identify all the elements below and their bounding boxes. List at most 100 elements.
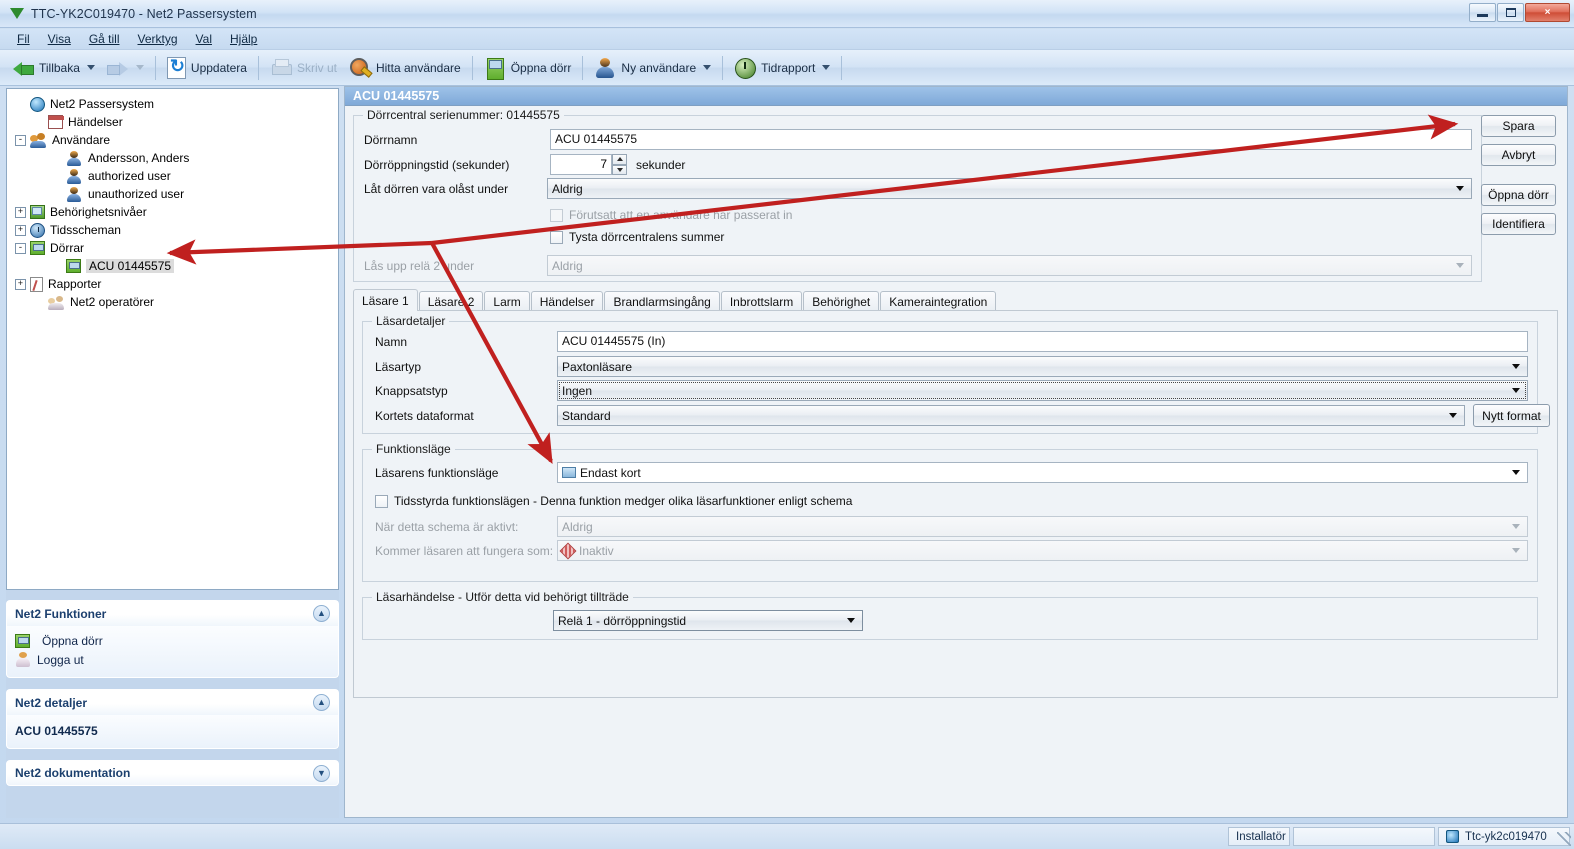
tab-lasare-2[interactable]: Läsare 2 [419, 291, 484, 311]
close-button[interactable]: × [1525, 3, 1570, 22]
minimize-button[interactable] [1469, 3, 1496, 22]
keypad-type-dropdown[interactable]: Ingen [557, 380, 1528, 401]
tab-behorighet[interactable]: Behörighet [803, 291, 879, 311]
chevron-down-icon [1512, 524, 1520, 529]
navigation-tree[interactable]: Net2 Passersystem Händelser - Användare … [6, 88, 339, 590]
menu-item-ga-till[interactable]: Gå till [80, 30, 129, 48]
toolbar-open-door-button[interactable]: Öppna dörr [478, 53, 578, 83]
tree-expander-expand[interactable]: + [15, 207, 26, 218]
checkbox-silence-buzzer-row[interactable]: Tysta dörrcentralens summer [550, 230, 724, 244]
toolbar-print-label: Skriv ut [297, 61, 337, 75]
reader-type-dropdown[interactable]: Paxtonläsare [557, 356, 1528, 377]
toolbar-time-report-button[interactable]: Tidrapport [728, 53, 836, 83]
resize-grip[interactable] [1557, 832, 1571, 846]
new-format-button[interactable]: Nytt format [1473, 404, 1550, 427]
door-name-input[interactable]: ACU 01445575 [550, 129, 1472, 150]
tree-item-acu-01445575[interactable]: ACU 01445575 [9, 257, 336, 275]
collapse-chevron-icon[interactable]: ▲ [313, 694, 330, 711]
toolbar-find-user-button[interactable]: Hitta användare [343, 53, 467, 83]
tab-larm[interactable]: Larm [484, 291, 529, 311]
tree-expander-collapse[interactable]: - [15, 243, 26, 254]
reader-works-as-dropdown: Inaktiv [557, 540, 1528, 561]
checkbox-timed-modes[interactable] [375, 495, 388, 508]
tree-item-authorized-user[interactable]: authorized user [9, 167, 336, 185]
left-panel: Net2 Passersystem Händelser - Användare … [6, 88, 339, 818]
tree-expander-collapse[interactable]: - [15, 135, 26, 146]
menu-item-val[interactable]: Val [187, 30, 221, 48]
maximize-button[interactable] [1497, 3, 1524, 22]
timed-modes-checkbox-row[interactable]: Tidsstyrda funktionslägen - Denna funkti… [375, 494, 852, 508]
tree-expander-expand[interactable]: + [15, 279, 26, 290]
tree-item-unauthorized-user[interactable]: unauthorized user [9, 185, 336, 203]
toolbar-find-user-label: Hitta användare [376, 61, 461, 75]
tree-item-handelser[interactable]: Händelser [9, 113, 336, 131]
tab-inbrottslarm[interactable]: Inbrottslarm [721, 291, 802, 311]
open-time-input[interactable]: 7 [550, 154, 612, 175]
identify-button-label: Identifiera [1492, 217, 1545, 231]
chevron-down-icon-time-report[interactable] [822, 65, 830, 70]
open-door-button-label: Öppna dörr [1488, 188, 1549, 202]
reader-event-dropdown[interactable]: Relä 1 - dörröppningstid [553, 610, 863, 631]
reader-mode-dropdown[interactable]: Endast kort [557, 462, 1528, 483]
tree-item-net2-passersystem[interactable]: Net2 Passersystem [9, 95, 336, 113]
stepper-down-button[interactable] [612, 165, 627, 176]
tree-item-rapporter[interactable]: + Rapporter [9, 275, 336, 293]
tree-item-net2-operatorer[interactable]: Net2 operatörer [9, 293, 336, 311]
menu-item-visa[interactable]: Visa [39, 30, 80, 48]
collapse-chevron-icon[interactable]: ▲ [313, 605, 330, 622]
chevron-down-icon-new-user[interactable] [703, 65, 711, 70]
toolbar-refresh-button[interactable]: Uppdatera [161, 53, 253, 83]
identify-button[interactable]: Identifiera [1481, 213, 1556, 235]
toolbar-back-button[interactable]: Tillbaka [6, 53, 101, 83]
checkbox-silence-buzzer[interactable] [550, 231, 563, 244]
toolbar-separator-2 [258, 56, 259, 80]
row-relay2: Lås upp relä 2 under [364, 259, 474, 273]
reader-name-input[interactable]: ACU 01445575 (In) [557, 331, 1528, 352]
chevron-down-icon-forward[interactable] [136, 65, 144, 70]
pane-link-oppna-dorr[interactable]: Öppna dörr [15, 631, 330, 650]
save-button[interactable]: Spara [1481, 115, 1556, 137]
tree-expander-expand[interactable]: + [15, 225, 26, 236]
tree-item-anvandare[interactable]: - Användare [9, 131, 336, 149]
door-icon [30, 241, 45, 255]
tab-lasare-1[interactable]: Läsare 1 [353, 289, 418, 311]
tree-label: Användare [52, 133, 110, 147]
stepper-up-button[interactable] [612, 154, 627, 165]
toolbar-new-user-button[interactable]: Ny användare [588, 53, 717, 83]
globe-icon [30, 97, 45, 112]
unlocked-period-dropdown[interactable]: Aldrig [547, 178, 1472, 199]
tab-kameraintegration[interactable]: Kameraintegration [880, 291, 996, 311]
pane-link-logga-ut[interactable]: Logga ut [15, 650, 330, 669]
tree-item-behorighetsnivaer[interactable]: + Behörighetsnivåer [9, 203, 336, 221]
reader-name-label: Namn [375, 335, 407, 349]
status-operator: Installatör [1228, 827, 1290, 846]
menu-label-val: Val [196, 32, 212, 46]
pane-header-funktioner[interactable]: Net2 Funktioner ▲ [6, 600, 339, 626]
tree-item-andersson-anders[interactable]: Andersson, Anders [9, 149, 336, 167]
chevron-down-icon[interactable] [87, 65, 95, 70]
tab-handelser[interactable]: Händelser [531, 291, 604, 311]
expand-chevron-icon[interactable]: ▼ [313, 765, 330, 782]
pane-header-detaljer[interactable]: Net2 detaljer ▲ [6, 689, 339, 715]
tree-label: Tidsscheman [50, 223, 121, 237]
cancel-button[interactable]: Avbryt [1481, 144, 1556, 166]
pane-header-dokumentation[interactable]: Net2 dokumentation ▼ [6, 760, 339, 786]
user-icon [66, 151, 83, 166]
tree-item-dorrar[interactable]: - Dörrar [9, 239, 336, 257]
menu-item-hjalp[interactable]: Hjälp [221, 30, 266, 48]
menu-item-verktyg[interactable]: Verktyg [129, 30, 187, 48]
card-format-dropdown[interactable]: Standard [557, 405, 1465, 426]
logout-icon [15, 652, 30, 667]
toolbar-forward-button[interactable] [101, 53, 150, 83]
menu-item-fil[interactable]: Fil [8, 30, 39, 48]
open-time-stepper[interactable]: 7 [550, 154, 627, 175]
toolbar-separator-5 [722, 56, 723, 80]
title-bar: TTC-YK2C019470 - Net2 Passersystem × [0, 0, 1574, 28]
open-door-button[interactable]: Öppna dörr [1481, 184, 1556, 206]
menu-bar: Fil Visa Gå till Verktyg Val Hjälp [0, 29, 1574, 50]
printer-icon [270, 58, 292, 78]
tab-brandlarmsingang[interactable]: Brandlarmsingång [604, 291, 719, 311]
reader-works-as-value: Inaktiv [579, 544, 614, 558]
tree-expander [51, 261, 62, 272]
tree-item-tidsscheman[interactable]: + Tidsscheman [9, 221, 336, 239]
